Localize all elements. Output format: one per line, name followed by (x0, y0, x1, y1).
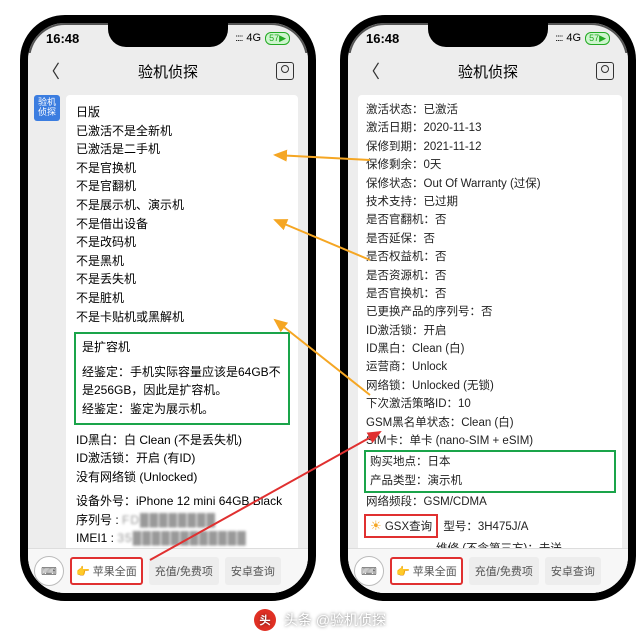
line: 是否权益机：否 (366, 248, 614, 266)
line: 已更换产品的序列号：否 (366, 303, 614, 321)
watermark: 头 头条 @验机侦探 (0, 609, 640, 631)
line: 不是展示机、演示机 (76, 196, 288, 215)
line: 没有网络锁 (Unlocked) (76, 468, 288, 487)
gsx-box: ☀ GSX查询 (364, 514, 438, 539)
phone-notch (108, 23, 228, 47)
line: ID激活锁：开启 (有ID) (76, 449, 288, 468)
masked-row: 序列号 : FD████████ (76, 511, 288, 530)
keyboard-icon[interactable]: ⌨ (354, 556, 384, 586)
line: 保修状态：Out Of Warranty (过保) (366, 175, 614, 193)
line: 不是借出设备 (76, 215, 288, 234)
page-title: 验机侦探 (458, 61, 518, 82)
status-time: 16:48 (46, 31, 79, 46)
line: SIM卡：单卡 (nano-SIM + eSIM) (366, 432, 614, 450)
avatar: 验机 侦探 (34, 95, 60, 121)
line: 已激活不是全新机 (76, 122, 288, 141)
toutiao-logo-icon: 头 (254, 609, 276, 631)
nav-bar: 〈 验机侦探 (28, 53, 308, 89)
line: 下次激活策略ID：10 (366, 395, 614, 413)
line: ID激活锁：开启 (366, 322, 614, 340)
highlight-box-right: 购买地点：日本 产品类型：演示机 (364, 450, 616, 493)
tab-android[interactable]: 安卓查询 (225, 557, 281, 585)
status-time: 16:48 (366, 31, 399, 46)
chat-area-right: 激活状态：已激活 激活日期：2020-11-13 保修到期：2021-11-12… (348, 89, 628, 601)
line: 不是改码机 (76, 233, 288, 252)
line: 不是丢失机 (76, 270, 288, 289)
line: 日版 (76, 103, 288, 122)
line: 已激活是二手机 (76, 140, 288, 159)
kv-row: 否 (366, 598, 614, 601)
highlight-box-left: 是扩容机 经鉴定：手机实际容量应该是64GB不是256GB，因此是扩容机。 经鉴… (74, 332, 290, 424)
line: 是否延保：否 (366, 230, 614, 248)
line: 运营商：Unlock (366, 358, 614, 376)
details-panel: 激活状态：已激活 激活日期：2020-11-13 保修到期：2021-11-12… (358, 95, 622, 601)
status-net: 4G (246, 32, 261, 44)
line: 保修剩余：0天 (366, 156, 614, 174)
phone-notch (428, 23, 548, 47)
line: 不是官翻机 (76, 177, 288, 196)
line: GSM黑名单状态：Clean (白) (366, 414, 614, 432)
line: 产品类型：演示机 (370, 472, 610, 490)
status-net: 4G (566, 32, 581, 44)
line: 保修到期：2021-11-12 (366, 138, 614, 156)
line: 是否官翻机：否 (366, 211, 614, 229)
line: 是否资源机：否 (366, 267, 614, 285)
tab-recharge[interactable]: 充值/免费项 (149, 557, 219, 585)
back-icon[interactable]: 〈 (362, 58, 380, 84)
line: ID黑白：Clean (白) (366, 340, 614, 358)
nav-bar: 〈 验机侦探 (348, 53, 628, 89)
tab-apple-full[interactable]: 👉 苹果全面 (70, 557, 143, 585)
profile-icon[interactable] (276, 62, 294, 80)
phone-left: 16:48 :::: 4G 57▶ 〈 验机侦探 验机 侦探 日版 已激活不是全… (20, 15, 316, 601)
tab-android[interactable]: 安卓查询 (545, 557, 601, 585)
line: 技术支持：已过期 (366, 193, 614, 211)
line: 设备外号：iPhone 12 mini 64GB Black (76, 492, 288, 511)
line: 网络锁：Unlocked (无锁) (366, 377, 614, 395)
line: 激活状态：已激活 (366, 101, 614, 119)
bottom-tabs: ⌨ 👉 苹果全面 充值/免费项 安卓查询 (348, 548, 628, 593)
message-bubble: 验机 侦探 日版 已激活不是全新机 已激活是二手机 不是官换机 不是官翻机 不是… (66, 95, 298, 601)
masked-row: IMEI1 : 35████████████ (76, 529, 288, 548)
line: 不是脏机 (76, 289, 288, 308)
tab-apple-full[interactable]: 👉 苹果全面 (390, 557, 463, 585)
tab-recharge[interactable]: 充值/免费项 (469, 557, 539, 585)
line: 是否官换机：否 (366, 285, 614, 303)
line: 购买地点：日本 (370, 453, 610, 471)
back-icon[interactable]: 〈 (42, 58, 60, 84)
profile-icon[interactable] (596, 62, 614, 80)
page-title: 验机侦探 (138, 61, 198, 82)
signal-icon: :::: (555, 33, 562, 44)
keyboard-icon[interactable]: ⌨ (34, 556, 64, 586)
phone-right: 16:48 :::: 4G 57▶ 〈 验机侦探 激活状态：已激活 激活日期：2… (340, 15, 636, 601)
bottom-tabs: ⌨ 👉 苹果全面 充值/免费项 安卓查询 (28, 548, 308, 593)
chat-area-left: 验机 侦探 日版 已激活不是全新机 已激活是二手机 不是官换机 不是官翻机 不是… (28, 89, 308, 601)
line: 经鉴定：鉴定为展示机。 (82, 400, 282, 419)
line: 不是卡贴机或黑解机 (76, 308, 288, 327)
battery-icon: 57▶ (585, 32, 610, 45)
line: 网络频段：GSM/CDMA (366, 493, 614, 511)
line: 经鉴定：手机实际容量应该是64GB不是256GB，因此是扩容机。 (82, 363, 282, 400)
line: 型号：3H475J/A (443, 521, 528, 533)
line: 不是官换机 (76, 159, 288, 178)
star-icon: ☀ (370, 518, 382, 533)
line: ID黑白：白 Clean (不是丢失机) (76, 431, 288, 450)
battery-icon: 57▶ (265, 32, 290, 45)
line: 是扩容机 (82, 338, 282, 357)
signal-icon: :::: (235, 33, 242, 44)
line: 不是黑机 (76, 252, 288, 271)
line: 激活日期：2020-11-13 (366, 119, 614, 137)
